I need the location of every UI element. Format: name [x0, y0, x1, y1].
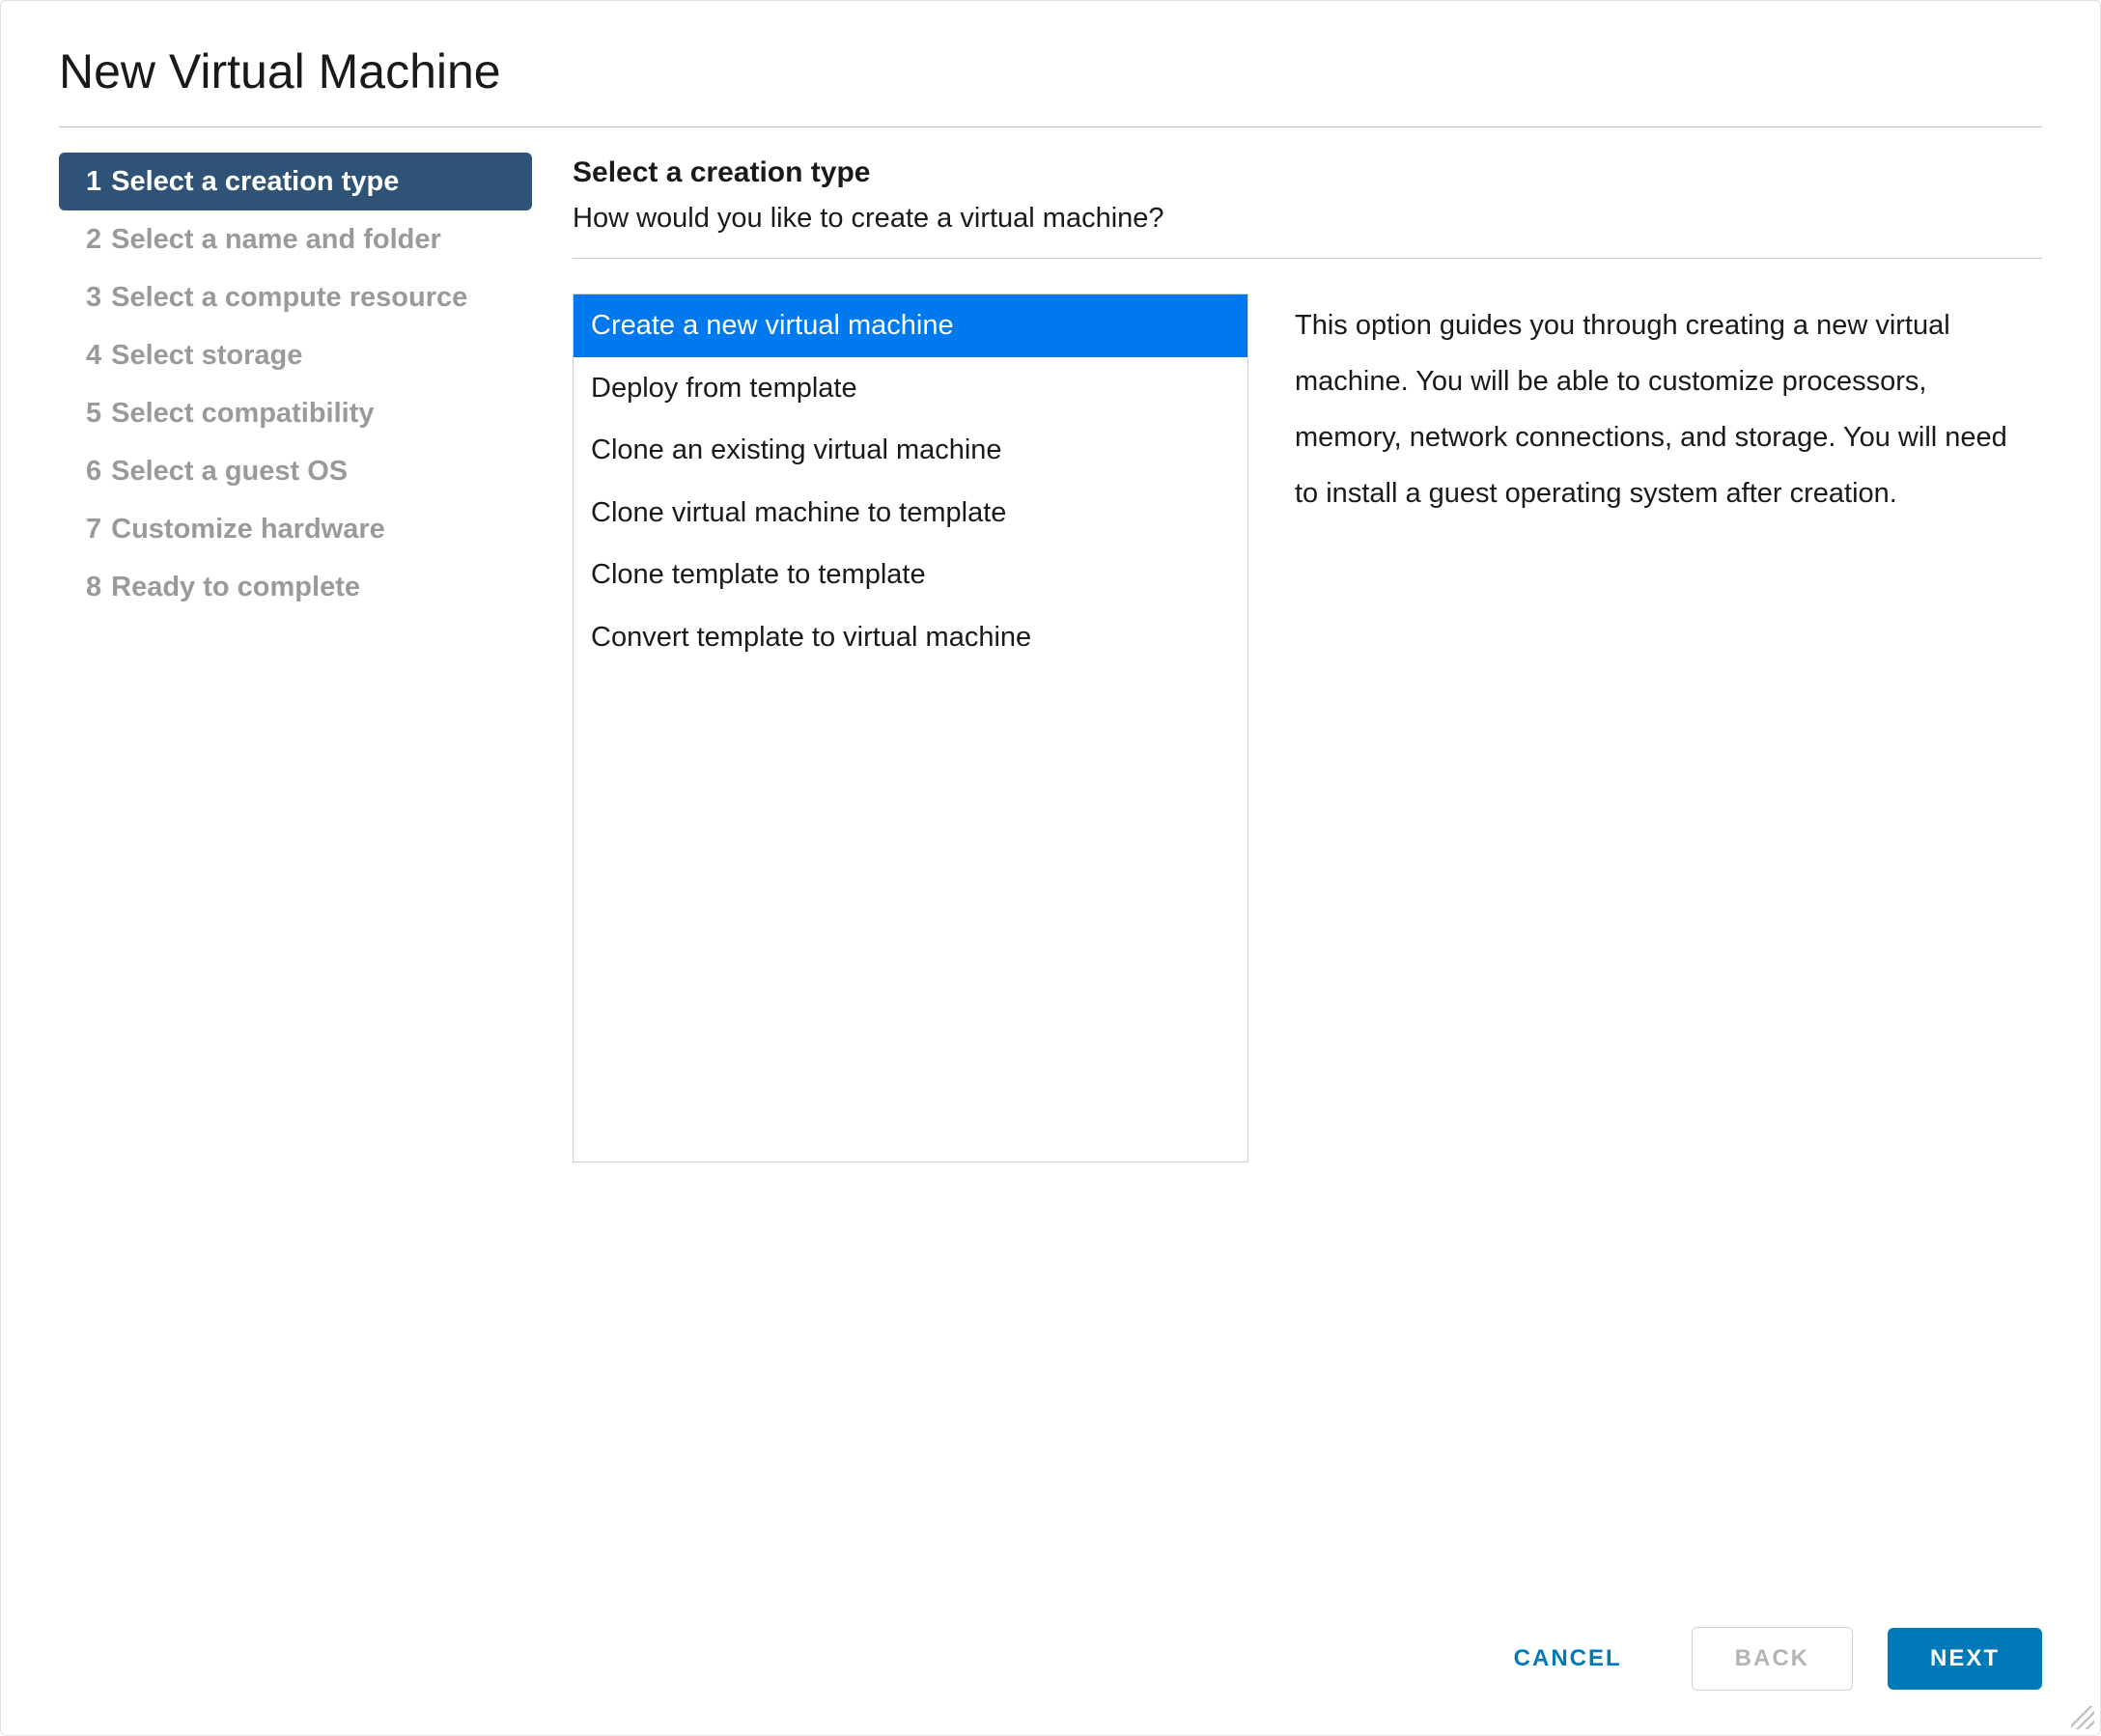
cancel-button[interactable]: CANCEL	[1479, 1628, 1657, 1690]
step-label: Select a guest OS	[111, 456, 348, 488]
step-label: Customize hardware	[111, 514, 385, 546]
option-description: This option guides you through creating …	[1295, 294, 2042, 1598]
dialog-header: New Virtual Machine	[1, 1, 2100, 126]
step-label: Select compatibility	[111, 398, 374, 430]
step-label: Select storage	[111, 340, 302, 372]
step-number: 2	[86, 224, 101, 256]
step-label: Select a name and folder	[111, 224, 441, 256]
dialog-footer: CANCEL BACK NEXT	[1, 1598, 2100, 1735]
option-clone-existing-vm[interactable]: Clone an existing virtual machine	[574, 419, 1247, 482]
back-button[interactable]: BACK	[1692, 1627, 1853, 1691]
step-label: Select a creation type	[111, 166, 399, 198]
wizard-step-creation-type[interactable]: 1 Select a creation type	[59, 153, 532, 210]
option-clone-vm-to-template[interactable]: Clone virtual machine to template	[574, 482, 1247, 545]
step-label: Ready to complete	[111, 572, 360, 603]
wizard-step-storage[interactable]: 4 Select storage	[59, 326, 532, 384]
wizard-step-compatibility[interactable]: 5 Select compatibility	[59, 384, 532, 442]
dialog-body: 1 Select a creation type 2 Select a name…	[1, 127, 2100, 1598]
option-clone-template-to-template[interactable]: Clone template to template	[574, 544, 1247, 606]
content-row: Create a new virtual machine Deploy from…	[573, 294, 2042, 1598]
option-convert-template-to-vm[interactable]: Convert template to virtual machine	[574, 606, 1247, 669]
option-create-new-vm[interactable]: Create a new virtual machine	[574, 294, 1247, 357]
step-number: 8	[86, 572, 101, 603]
step-number: 6	[86, 456, 101, 488]
content-header: Select a creation type How would you lik…	[573, 151, 2042, 258]
wizard-step-customize-hardware[interactable]: 7 Customize hardware	[59, 500, 532, 558]
wizard-step-ready-complete[interactable]: 8 Ready to complete	[59, 558, 532, 616]
step-number: 3	[86, 282, 101, 314]
content-divider	[573, 258, 2042, 259]
wizard-step-compute-resource[interactable]: 3 Select a compute resource	[59, 268, 532, 326]
resize-grip-icon[interactable]	[2071, 1706, 2094, 1729]
wizard-step-guest-os[interactable]: 6 Select a guest OS	[59, 442, 532, 500]
next-button[interactable]: NEXT	[1888, 1628, 2042, 1690]
creation-type-list: Create a new virtual machine Deploy from…	[573, 294, 1248, 1162]
wizard-step-name-folder[interactable]: 2 Select a name and folder	[59, 210, 532, 268]
step-number: 1	[86, 166, 101, 198]
new-vm-dialog: New Virtual Machine 1 Select a creation …	[0, 0, 2101, 1736]
wizard-steps: 1 Select a creation type 2 Select a name…	[59, 151, 532, 1598]
step-label: Select a compute resource	[111, 282, 467, 314]
content-title: Select a creation type	[573, 156, 2042, 189]
dialog-title: New Virtual Machine	[59, 43, 2042, 99]
content-area: Select a creation type How would you lik…	[573, 151, 2042, 1598]
content-subtitle: How would you like to create a virtual m…	[573, 203, 2042, 235]
option-deploy-template[interactable]: Deploy from template	[574, 357, 1247, 420]
step-number: 7	[86, 514, 101, 546]
step-number: 4	[86, 340, 101, 372]
step-number: 5	[86, 398, 101, 430]
